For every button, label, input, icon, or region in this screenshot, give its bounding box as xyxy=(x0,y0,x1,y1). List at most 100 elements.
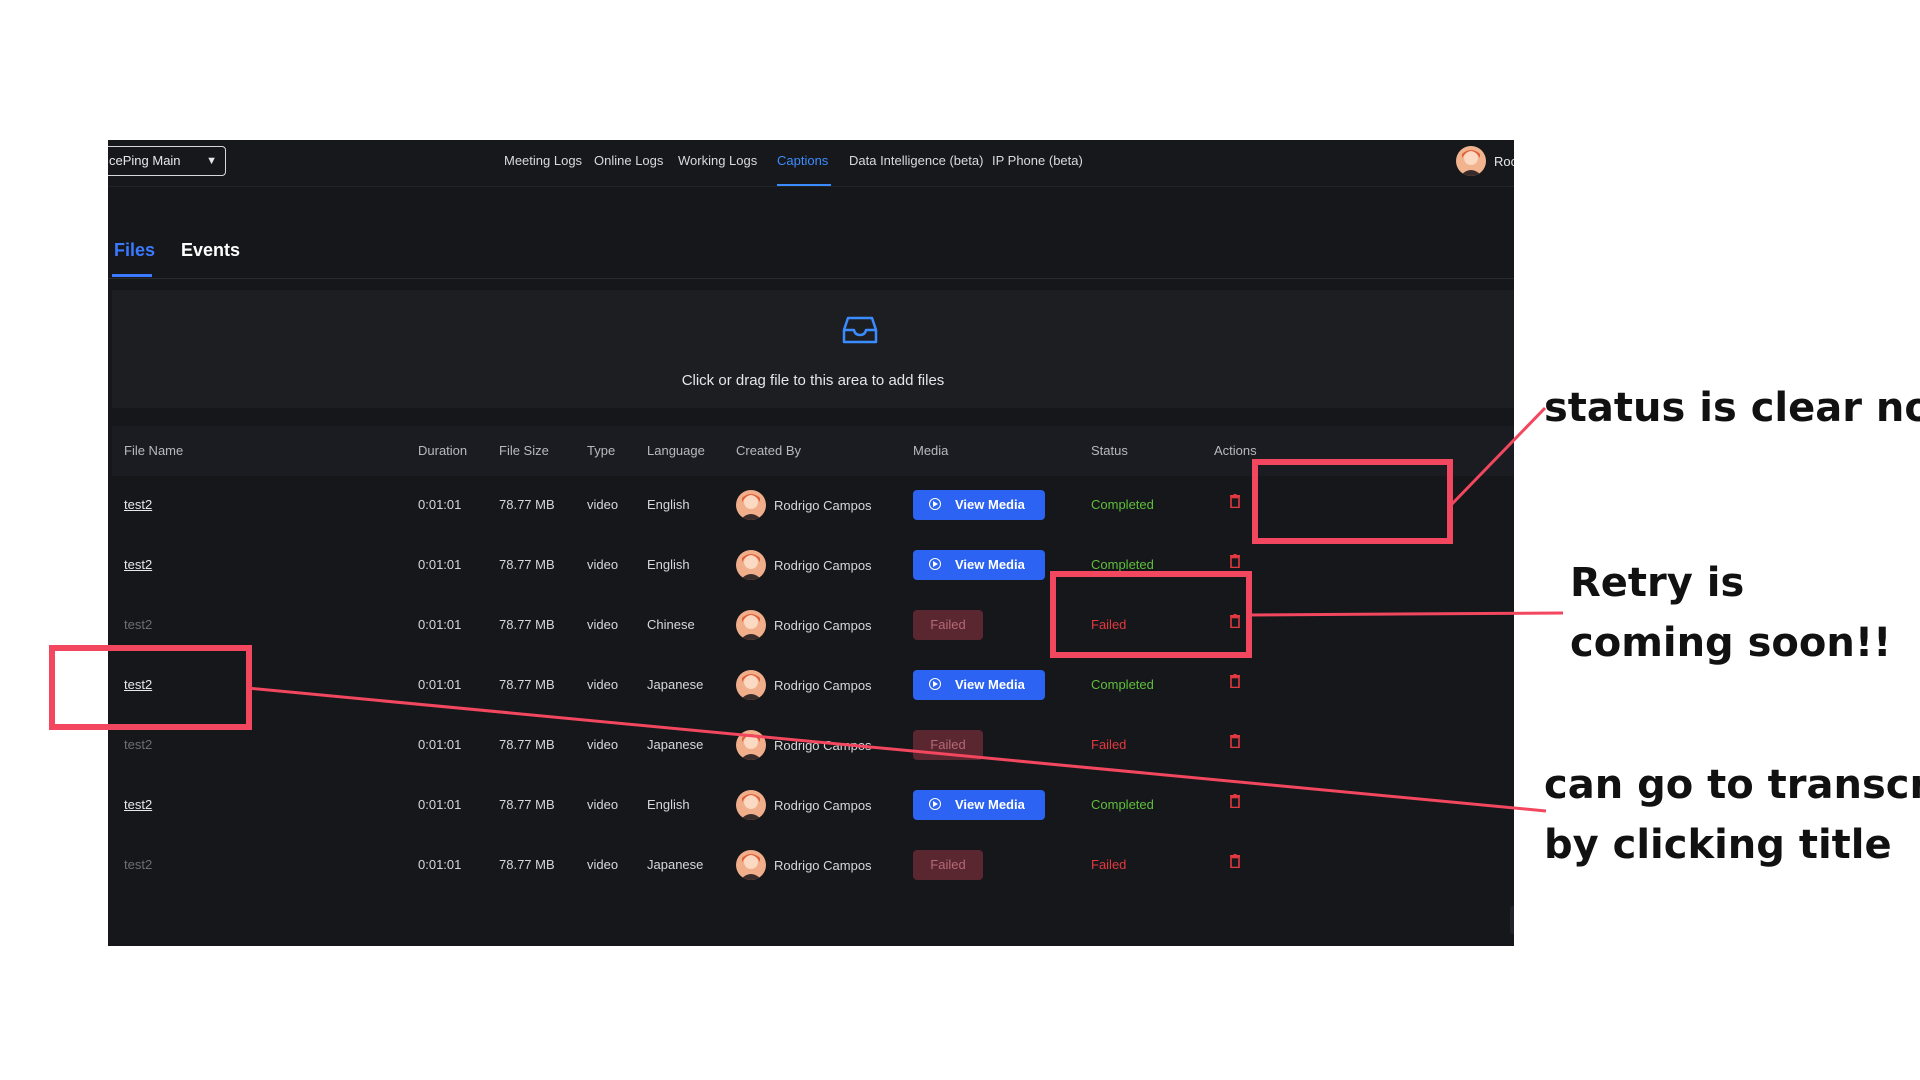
status-badge: Completed xyxy=(1091,677,1154,692)
file-upload-dropzone[interactable]: Click or drag file to this area to add f… xyxy=(112,290,1514,408)
play-circle-icon xyxy=(929,558,941,570)
language-cell: English xyxy=(647,497,690,512)
dropzone-text: Click or drag file to this area to add f… xyxy=(681,372,945,389)
view-media-label: View Media xyxy=(955,797,1025,812)
caret-down-icon: ▼ xyxy=(206,155,217,167)
creator-name: Rodrigo Campos xyxy=(774,858,872,873)
type-cell: video xyxy=(587,797,619,812)
content-tabs: Files Events xyxy=(108,236,1514,279)
nav-data-intelligence[interactable]: Data Intelligence (beta) xyxy=(849,140,983,186)
type-cell: video xyxy=(587,737,619,752)
column-status: Status xyxy=(1091,443,1128,458)
file-size-cell: 78.77 MB xyxy=(499,797,555,812)
table-row: test2 0:01:01 78.77 MB video Chinese Rodrigo … xyxy=(112,596,1514,656)
trash-icon[interactable] xyxy=(1230,734,1240,749)
language-cell: Japanese xyxy=(647,677,704,692)
user-name: Roc xyxy=(1494,154,1514,169)
nav-online-logs[interactable]: Online Logs xyxy=(594,140,663,186)
table-row: test2 0:01:01 78.77 MB video Japanese Rodrigo… xyxy=(112,836,1514,896)
user-menu[interactable]: Roc xyxy=(1456,146,1514,176)
column-created-by: Created By xyxy=(736,443,802,458)
avatar xyxy=(1456,146,1486,176)
title-highlight-box xyxy=(49,645,252,730)
trash-icon[interactable] xyxy=(1230,854,1240,869)
annotation-status-note: status is clear now xyxy=(1544,385,1920,431)
file-size-cell: 78.77 MB xyxy=(499,857,555,872)
language-cell: Japanese xyxy=(647,737,704,752)
view-media-label: View Media xyxy=(955,677,1025,692)
creator-name: Rodrigo Campos xyxy=(774,678,872,693)
type-cell: video xyxy=(587,617,619,632)
duration-cell: 0:01:01 xyxy=(418,737,462,752)
play-circle-icon xyxy=(929,498,941,510)
view-media-button[interactable]: View Media xyxy=(913,550,1045,580)
file-name-link[interactable]: test2 xyxy=(124,797,152,812)
language-cell: Japanese xyxy=(647,857,704,872)
top-navigation-bar: cePing Main ▼ Meeting Logs Online Logs W… xyxy=(108,140,1514,187)
table-row: test2 0:01:01 78.77 MB video English Rodrigo … xyxy=(112,776,1514,836)
failed-media-button: Failed xyxy=(913,730,983,760)
trash-icon[interactable] xyxy=(1230,794,1240,809)
avatar xyxy=(736,490,766,520)
column-file-name: File Name xyxy=(124,443,184,458)
trash-icon[interactable] xyxy=(1230,674,1240,689)
file-name-link[interactable]: test2 xyxy=(124,557,152,572)
view-media-label: View Media xyxy=(955,497,1025,512)
duration-cell: 0:01:01 xyxy=(418,797,462,812)
type-cell: video xyxy=(587,557,619,572)
type-cell: video xyxy=(587,857,619,872)
tab-files[interactable]: Files xyxy=(114,240,155,261)
failed-media-highlight-box xyxy=(1050,571,1252,658)
nav-active-indicator xyxy=(777,184,831,186)
duration-cell: 0:01:01 xyxy=(418,857,462,872)
tab-events[interactable]: Events xyxy=(181,240,240,261)
table-row: test2 0:01:01 78.77 MB video Japanese Rodrigo… xyxy=(112,656,1514,716)
nav-meeting-logs[interactable]: Meeting Logs xyxy=(504,140,582,186)
avatar xyxy=(736,790,766,820)
play-circle-icon xyxy=(929,678,941,690)
annotation-title-note-2: by clicking title xyxy=(1544,822,1892,868)
failed-media-button: Failed xyxy=(913,610,983,640)
column-language: Language xyxy=(647,443,705,458)
type-cell: video xyxy=(587,497,619,512)
status-badge: Failed xyxy=(1091,857,1127,872)
nav-working-logs[interactable]: Working Logs xyxy=(678,140,757,186)
language-cell: Chinese xyxy=(647,617,695,632)
language-cell: English xyxy=(647,557,690,572)
file-name-link: test2 xyxy=(124,737,153,752)
language-cell: English xyxy=(647,797,690,812)
avatar xyxy=(736,730,766,760)
creator-name: Rodrigo Campos xyxy=(774,558,872,573)
avatar xyxy=(736,550,766,580)
file-name-link[interactable]: test2 xyxy=(124,497,152,512)
chevron-left-icon[interactable]: ‹ xyxy=(1510,906,1514,934)
column-duration: Duration xyxy=(418,443,468,458)
view-media-button[interactable]: View Media xyxy=(913,790,1045,820)
file-size-cell: 78.77 MB xyxy=(499,737,555,752)
annotation-retry-note-1: Retry is xyxy=(1570,560,1745,606)
file-size-cell: 78.77 MB xyxy=(499,617,555,632)
workspace-select[interactable]: cePing Main ▼ xyxy=(108,146,226,176)
nav-captions[interactable]: Captions xyxy=(777,140,828,186)
trash-icon[interactable] xyxy=(1230,494,1240,509)
view-media-button[interactable]: View Media xyxy=(913,670,1045,700)
column-file-size: File Size xyxy=(499,443,549,458)
view-media-button[interactable]: View Media xyxy=(913,490,1045,520)
type-cell: video xyxy=(587,677,619,692)
inbox-icon xyxy=(840,308,880,348)
file-size-cell: 78.77 MB xyxy=(499,677,555,692)
trash-icon[interactable] xyxy=(1230,554,1240,569)
table-row: test2 0:01:01 78.77 MB video Japanese Rodrigo… xyxy=(112,716,1514,776)
file-size-cell: 78.77 MB xyxy=(499,557,555,572)
column-actions: Actions xyxy=(1214,443,1257,458)
duration-cell: 0:01:01 xyxy=(418,557,462,572)
table-row: test2 0:01:01 78.77 MB video English Rodrigo … xyxy=(112,536,1514,596)
creator-name: Rodrigo Campos xyxy=(774,618,872,633)
duration-cell: 0:01:01 xyxy=(418,617,462,632)
creator-name: Rodrigo Campos xyxy=(774,738,872,753)
status-badge: Completed xyxy=(1091,557,1154,572)
nav-ip-phone[interactable]: IP Phone (beta) xyxy=(992,140,1083,186)
file-name-link: test2 xyxy=(124,617,153,632)
avatar xyxy=(736,610,766,640)
workspace-select-value: cePing Main xyxy=(109,153,181,168)
